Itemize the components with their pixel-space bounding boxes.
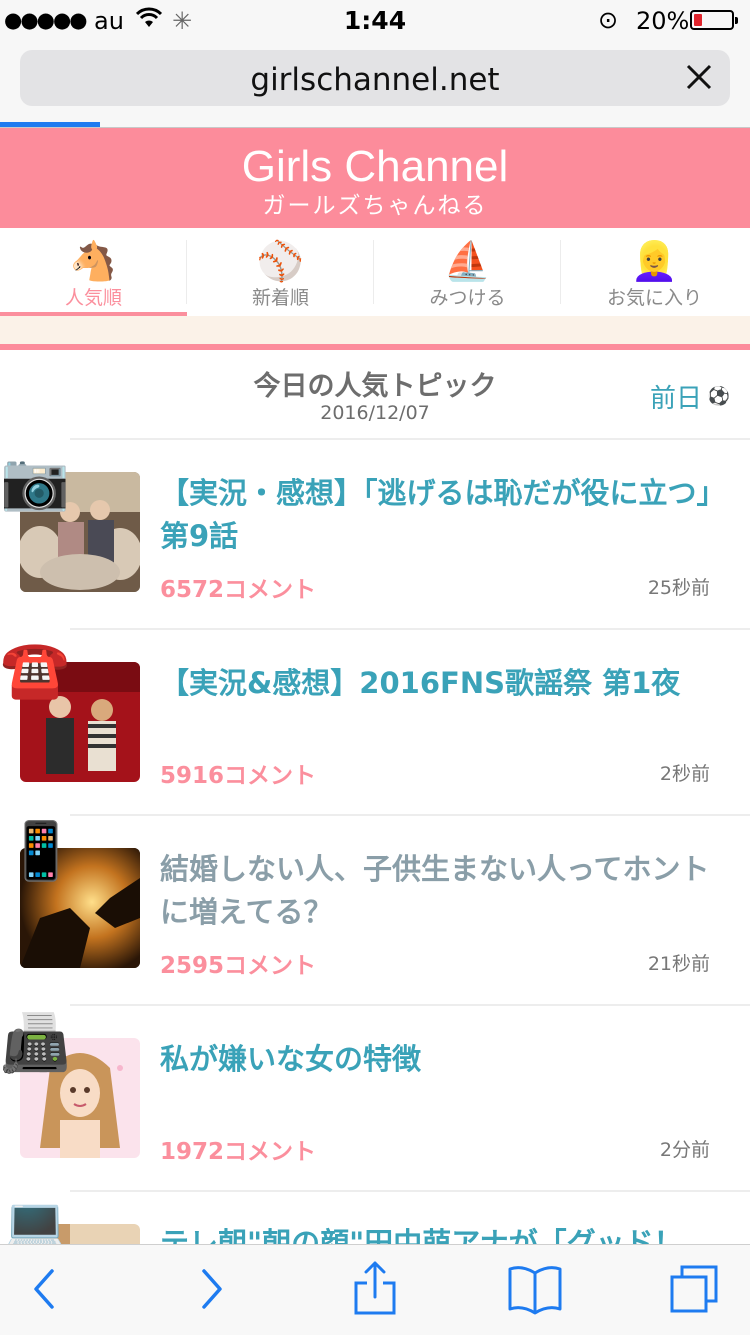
topic-time: 25秒前 — [647, 577, 710, 599]
mobile-phone-icon: 📱 — [6, 819, 76, 884]
forward-icon[interactable] — [176, 1259, 246, 1319]
tab-favorites[interactable]: 👱‍♀️ お気に入り — [561, 228, 750, 316]
horse-icon: 🐴 — [69, 239, 118, 283]
topic-title[interactable]: 【実況&感想】2016FNS歌謡祭 第1夜 — [160, 662, 720, 705]
topic-item[interactable]: 📱 結婚しない人、子供生まない人ってホントに増えてる？ 2595コメント 21秒… — [0, 816, 750, 1006]
tab-label: みつける — [429, 287, 506, 309]
tab-label: 人気順 — [64, 287, 122, 309]
address-bar[interactable]: girlschannel.net — [20, 50, 730, 106]
topic-time: 2秒前 — [659, 763, 710, 785]
browser-toolbar — [0, 1244, 750, 1335]
baseball-icon: ⚾ — [256, 239, 305, 283]
tab-discover[interactable]: ⛵ みつける — [374, 228, 561, 316]
section-header: 今日の人気トピック 2016/12/07 前日 ⚽ — [0, 350, 750, 440]
tab-popular[interactable]: 🐴 人気順 — [0, 228, 187, 316]
topic-time: 21秒前 — [647, 953, 710, 975]
comment-count: 5916コメント — [160, 763, 317, 789]
tab-newest[interactable]: ⚾ 新着順 — [187, 228, 374, 316]
comment-count: 2595コメント — [160, 953, 317, 979]
topic-item[interactable]: ☎️ 【実況&感想】2016FNS歌謡祭 第1夜 5916コメント 2秒前 — [0, 630, 750, 816]
bookmarks-icon[interactable] — [500, 1259, 570, 1319]
site-header[interactable]: Girls Channel ガールズちゃんねる — [0, 128, 750, 228]
topic-item[interactable]: 📷 【実況・感想】「逃げるは恥だが役に立つ」第9話 6572コメント 25秒前 — [0, 440, 750, 630]
topic-title[interactable]: 【実況・感想】「逃げるは恥だが役に立つ」第9話 — [160, 472, 720, 558]
topic-item[interactable]: 💻 テレ朝"朝の顔"田中萌アナが「グッド！ — [0, 1192, 750, 1252]
url-text: girlschannel.net — [250, 62, 500, 98]
topic-item[interactable]: 📠 私が嫌いな女の特徴 1972コメント 2分前 — [0, 1006, 750, 1192]
comment-count: 1972コメント — [160, 1139, 317, 1165]
share-icon[interactable] — [340, 1259, 410, 1319]
tab-label: お気に入り — [606, 287, 702, 309]
status-bar: ●●●●● au ✳ 1:44 ⊙ 20% — [0, 0, 750, 42]
section-title: 今日の人気トピック — [253, 371, 497, 402]
browser-address-area: girlschannel.net — [0, 42, 750, 128]
tab-label: 新着順 — [251, 287, 309, 309]
telephone-icon: ☎️ — [0, 637, 70, 702]
back-icon[interactable] — [8, 1259, 78, 1319]
battery-percent: 20% — [636, 7, 690, 35]
comment-count: 6572コメント — [160, 577, 317, 603]
tab-bar: 🐴 人気順 ⚾ 新着順 ⛵ みつける 👱‍♀️ お気に入り — [0, 228, 750, 316]
fax-machine-icon: 📠 — [0, 1011, 70, 1076]
rotation-lock-icon: ⊙ — [598, 6, 619, 34]
spacer-band — [0, 316, 750, 344]
soccer-ball-icon[interactable]: ⚽ — [708, 386, 730, 407]
woman-icon: 👱‍♀️ — [630, 239, 679, 283]
topic-time: 2分前 — [659, 1139, 710, 1161]
topic-title[interactable]: 私が嫌いな女の特徴 — [160, 1038, 720, 1081]
sailboat-icon: ⛵ — [443, 239, 492, 283]
tabs-icon[interactable] — [662, 1259, 732, 1319]
previous-day-link[interactable]: 前日 — [650, 378, 702, 415]
topic-title[interactable]: 結婚しない人、子供生まない人ってホントに増えてる？ — [160, 848, 720, 934]
site-logo[interactable]: Girls Channel — [0, 142, 750, 192]
close-icon[interactable] — [682, 60, 716, 94]
site-logo-subtitle: ガールズちゃんねる — [262, 193, 488, 219]
section-date: 2016/12/07 — [320, 402, 430, 424]
camera-icon: 📷 — [0, 449, 70, 514]
battery-icon — [690, 10, 738, 30]
